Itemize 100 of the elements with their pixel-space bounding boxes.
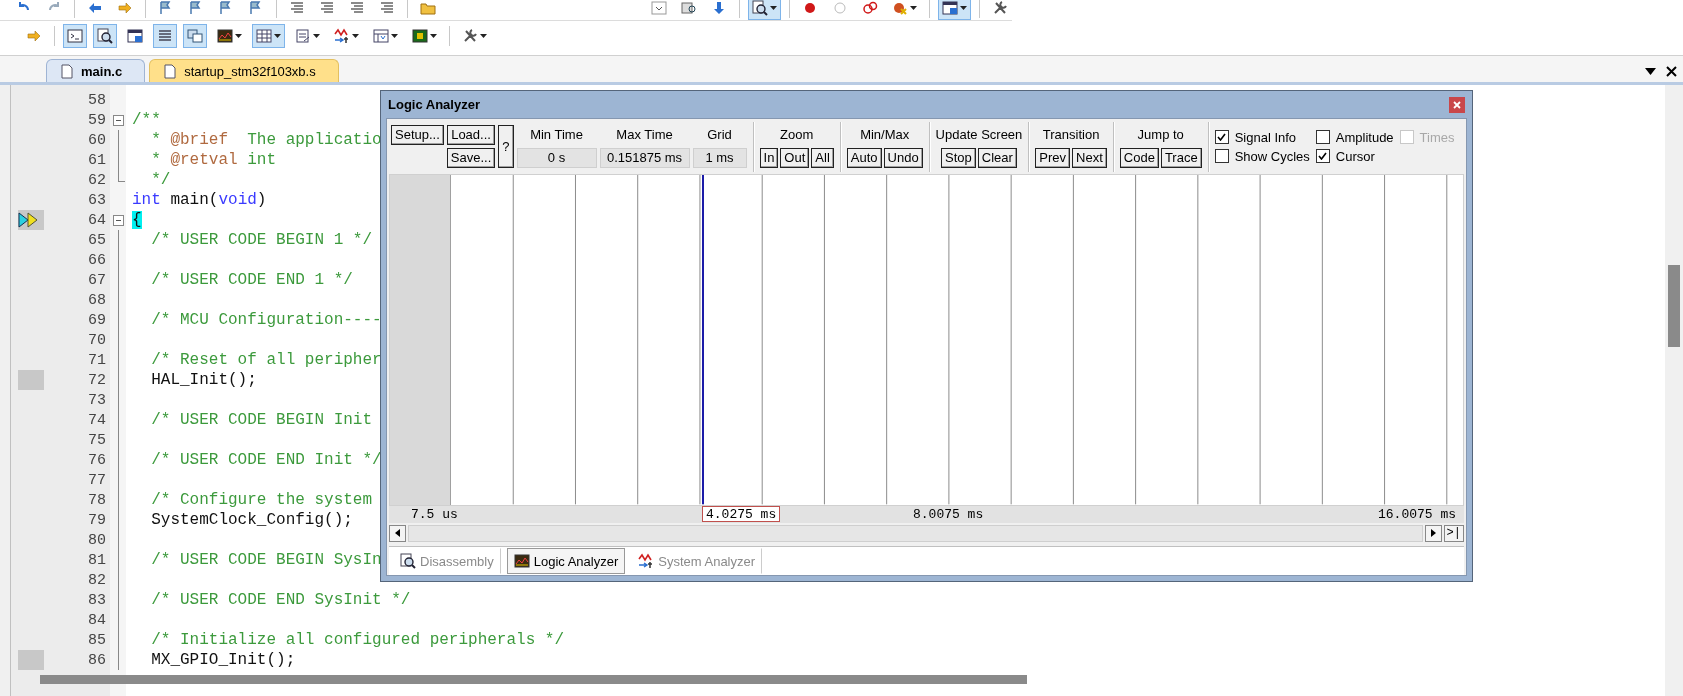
caret-icon[interactable] — [1645, 67, 1656, 75]
scroll-left-button[interactable] — [389, 524, 406, 542]
code-line: /* MCU Configuration---- — [150, 311, 382, 329]
scroll-end-button[interactable]: >| — [1443, 524, 1464, 542]
scroll-right-button[interactable] — [1424, 524, 1442, 542]
document-icon — [295, 28, 311, 44]
file-icon — [164, 63, 177, 79]
toolbar-button[interactable] — [93, 24, 117, 48]
line-number: 77 — [88, 471, 107, 489]
wrench-icon — [462, 28, 478, 44]
wrench-icon — [992, 0, 1008, 16]
group-label: Zoom — [780, 126, 814, 145]
code-line: /* Initialize all configured peripherals */ — [150, 631, 565, 649]
line-number: 69 — [88, 311, 107, 329]
toolbar-button[interactable]: Code — [1119, 148, 1159, 169]
toolbar-button[interactable]: All — [811, 148, 834, 169]
line-number: 86 — [88, 651, 107, 669]
arrow-right-icon — [26, 28, 42, 44]
terminal-icon — [67, 28, 83, 44]
checkbox-label: Signal Info — [1234, 129, 1297, 145]
toolbar-button[interactable]: Prev — [1035, 148, 1071, 169]
code-line: /* USER CODE BEGIN SysIn — [150, 551, 382, 569]
scrollbar-thumb[interactable] — [40, 675, 1027, 684]
close-button[interactable] — [1449, 96, 1465, 113]
view-tab[interactable]: Disassembly — [393, 548, 501, 575]
scrollbar-thumb[interactable] — [1668, 265, 1680, 347]
code-line: int main(void) — [132, 191, 267, 209]
toolbar-button[interactable]: Undo — [883, 148, 923, 169]
time-label: 16.0075 ms — [1377, 505, 1457, 522]
toolbar-button[interactable]: Next — [1072, 148, 1107, 169]
line-number: 74 — [88, 411, 107, 429]
toolbar-button[interactable]: Out — [780, 148, 810, 169]
line-number: 60 — [88, 131, 107, 149]
load-button[interactable]: Load... — [447, 125, 495, 146]
code-line: */ — [150, 171, 171, 189]
line-number: 78 — [88, 491, 107, 509]
code-line: * @brief The applicatio — [150, 131, 382, 149]
code-line: /* USER CODE BEGIN Init — [150, 411, 373, 429]
setup-button[interactable]: Setup... — [391, 125, 444, 146]
line-number: 61 — [88, 151, 107, 169]
group-label: Min/Max — [860, 126, 910, 145]
chart-icon — [217, 28, 233, 44]
checkbox[interactable] — [1214, 130, 1229, 145]
file-icon — [61, 63, 73, 79]
line-number: 76 — [88, 451, 107, 469]
lines-icon — [379, 0, 395, 16]
checkbox[interactable] — [1214, 149, 1229, 164]
checkbox[interactable] — [1315, 149, 1330, 164]
toolbar-button[interactable] — [938, 0, 971, 20]
time-label: 7.5 us — [410, 505, 459, 522]
line-number: 80 — [88, 531, 107, 549]
checkbox-label: Show Cycles — [1234, 148, 1310, 164]
wave-icon — [334, 28, 350, 44]
toolbar-button[interactable] — [748, 0, 781, 20]
readout-label: Min Time — [530, 126, 583, 145]
cursor-line[interactable] — [701, 175, 704, 505]
fold-toggle[interactable] — [112, 115, 124, 126]
magnifier-icon — [400, 553, 416, 570]
checkbox-label: Cursor — [1335, 148, 1375, 164]
check-icon — [1318, 152, 1328, 161]
readout-label: Grid — [707, 126, 732, 145]
code-line: /* USER CODE END Init */ — [150, 451, 382, 469]
toolbar-button[interactable]: Clear — [977, 148, 1017, 169]
toolbar-button[interactable]: Auto — [846, 148, 882, 169]
toolbar-button[interactable]: In — [759, 148, 779, 169]
code-line: /* USER CODE BEGIN 1 */ — [150, 231, 373, 249]
line-number: 83 — [88, 591, 107, 609]
line-number: 85 — [88, 631, 107, 649]
file-tab[interactable]: startup_stm32f103xb.s — [149, 59, 339, 82]
checkbox-label: Amplitude — [1335, 129, 1394, 145]
line-number: 84 — [88, 611, 107, 629]
checkbox[interactable] — [1315, 130, 1330, 145]
folder-icon — [420, 0, 436, 16]
group-label: Transition — [1042, 126, 1100, 145]
line-number: 63 — [88, 191, 107, 209]
file-tab[interactable]: main.c — [46, 59, 146, 82]
line-number: 72 — [88, 371, 107, 389]
fold-toggle[interactable] — [112, 215, 124, 226]
table-icon — [373, 28, 389, 44]
help-button[interactable]: ? — [498, 125, 514, 169]
toolbar-button[interactable]: Stop — [941, 148, 976, 169]
windows-icon — [187, 28, 203, 44]
indent-icon — [319, 0, 335, 16]
magnifier-icon — [97, 28, 113, 44]
view-tab[interactable]: System Analyzer — [631, 548, 763, 575]
line-number: 70 — [88, 331, 107, 349]
code-line: * @retval int — [150, 151, 277, 169]
grid-icon — [256, 28, 272, 44]
code-line: /** — [132, 111, 161, 129]
code-line: /* Configure the system — [150, 491, 373, 509]
view-tab[interactable]: Logic Analyzer — [506, 548, 626, 575]
chip-icon — [412, 28, 428, 44]
readout-field: 0 s — [516, 148, 597, 169]
line-number: 82 — [88, 571, 107, 589]
toolbar-button[interactable]: Trace — [1160, 148, 1202, 169]
code-line: MX_GPIO_Init(); — [150, 651, 296, 669]
save-button[interactable]: Save... — [446, 148, 496, 169]
line-number: 65 — [88, 231, 107, 249]
line-number: 71 — [88, 351, 107, 369]
close-icon[interactable] — [1666, 65, 1677, 77]
